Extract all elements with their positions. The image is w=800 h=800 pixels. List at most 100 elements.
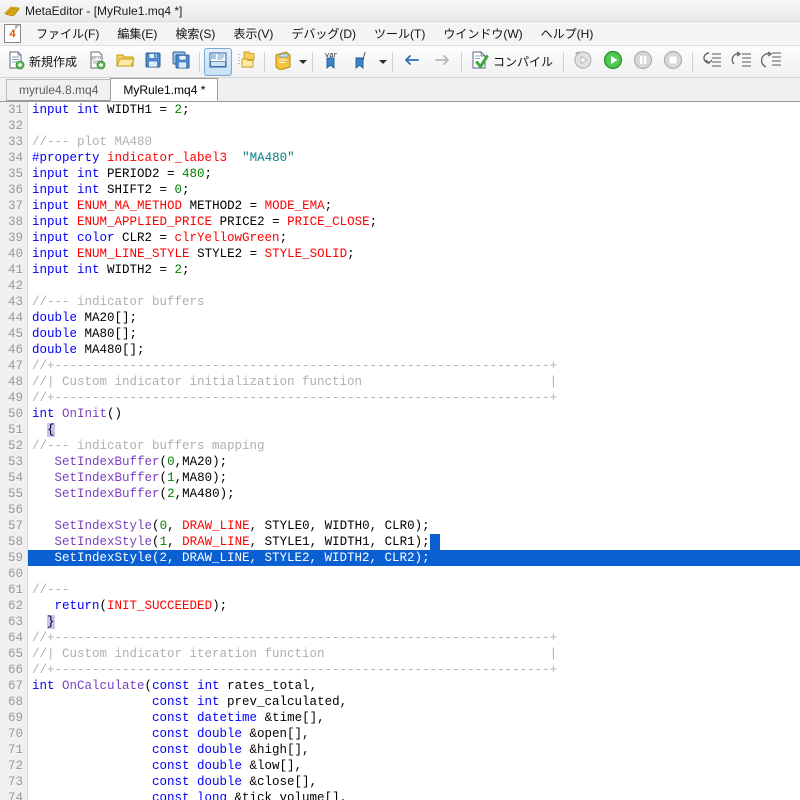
tab-myrule1[interactable]: MyRule1.mq4 * bbox=[110, 78, 219, 101]
code-line[interactable]: 53 SetIndexBuffer(0,MA20); bbox=[0, 454, 800, 470]
code-line-text[interactable]: input int SHIFT2 = 0; bbox=[28, 182, 800, 198]
pause-button[interactable] bbox=[628, 48, 658, 76]
code-line-text[interactable]: //--- bbox=[28, 582, 800, 598]
code-line-text[interactable]: input int PERIOD2 = 480; bbox=[28, 166, 800, 182]
code-line-text[interactable] bbox=[28, 278, 800, 294]
code-line[interactable]: 67 int OnCalculate(const int rates_total, bbox=[0, 678, 800, 694]
code-line-text[interactable]: const double &high[], bbox=[28, 742, 800, 758]
code-line[interactable]: 57 SetIndexStyle(0, DRAW_LINE, STYLE0, W… bbox=[0, 518, 800, 534]
code-line-text[interactable] bbox=[28, 566, 800, 582]
code-line[interactable]: 66 //+-----------------------------------… bbox=[0, 662, 800, 678]
code-line-text[interactable] bbox=[28, 502, 800, 518]
watch-dropdown-caret[interactable] bbox=[377, 46, 388, 77]
code-line-text[interactable]: //--- plot MA480 bbox=[28, 134, 800, 150]
compile-button[interactable]: コンパイル bbox=[466, 48, 559, 76]
code-line[interactable]: 44 double MA20[]; bbox=[0, 310, 800, 326]
code-line-text[interactable]: //| Custom indicator initialization func… bbox=[28, 374, 800, 390]
code-line[interactable]: 61 //--- bbox=[0, 582, 800, 598]
menu-view[interactable]: 表示(V) bbox=[224, 22, 282, 45]
code-line[interactable]: 74 const long &tick_volume[], bbox=[0, 790, 800, 800]
forward-button[interactable] bbox=[427, 48, 457, 76]
watch-function-button[interactable]: f bbox=[347, 48, 377, 76]
code-line[interactable]: 33 //--- plot MA480 bbox=[0, 134, 800, 150]
code-line[interactable]: 40 input ENUM_LINE_STYLE STYLE2 = STYLE_S… bbox=[0, 246, 800, 262]
step-over-button[interactable] bbox=[727, 48, 757, 76]
code-line-text[interactable]: const int prev_calculated, bbox=[28, 694, 800, 710]
code-line[interactable]: 41 input int WIDTH2 = 2; bbox=[0, 262, 800, 278]
code-line-text[interactable]: SetIndexBuffer(1,MA80); bbox=[28, 470, 800, 486]
menu-window[interactable]: ウインドウ(W) bbox=[434, 22, 531, 45]
code-line[interactable]: 58 SetIndexStyle(1, DRAW_LINE, STYLE1, W… bbox=[0, 534, 800, 550]
code-line-text[interactable]: //--- indicator buffers bbox=[28, 294, 800, 310]
code-line[interactable]: 70 const double &open[], bbox=[0, 726, 800, 742]
code-line-text[interactable]: //+-------------------------------------… bbox=[28, 630, 800, 646]
menu-file[interactable]: ファイル(F) bbox=[27, 22, 108, 45]
code-line-text[interactable]: input ENUM_MA_METHOD METHOD2 = MODE_EMA; bbox=[28, 198, 800, 214]
save-button[interactable] bbox=[139, 48, 167, 76]
code-line-text[interactable]: const double &low[], bbox=[28, 758, 800, 774]
code-line[interactable]: 34 #property indicator_label3 "MA480" bbox=[0, 150, 800, 166]
code-line[interactable]: 51 { bbox=[0, 422, 800, 438]
code-line[interactable]: 35 input int PERIOD2 = 480; bbox=[0, 166, 800, 182]
code-line[interactable]: 59 SetIndexStyle(2, DRAW_LINE, STYLE2, W… bbox=[0, 550, 800, 566]
code-line-text[interactable]: int OnInit() bbox=[28, 406, 800, 422]
toolbox-button[interactable] bbox=[232, 48, 260, 76]
code-line[interactable]: 64 //+-----------------------------------… bbox=[0, 630, 800, 646]
code-line-text[interactable]: double MA480[]; bbox=[28, 342, 800, 358]
code-line-text[interactable]: const double &close[], bbox=[28, 774, 800, 790]
code-line[interactable]: 63 } bbox=[0, 614, 800, 630]
code-line-text[interactable]: input ENUM_APPLIED_PRICE PRICE2 = PRICE_… bbox=[28, 214, 800, 230]
code-line-text[interactable]: double MA20[]; bbox=[28, 310, 800, 326]
code-line[interactable]: 69 const datetime &time[], bbox=[0, 710, 800, 726]
menu-tools[interactable]: ツール(T) bbox=[365, 22, 434, 45]
code-line-text[interactable]: SetIndexBuffer(2,MA480); bbox=[28, 486, 800, 502]
code-line[interactable]: 37 input ENUM_MA_METHOD METHOD2 = MODE_EM… bbox=[0, 198, 800, 214]
code-line-text[interactable]: //+-------------------------------------… bbox=[28, 662, 800, 678]
code-line[interactable]: 72 const double &low[], bbox=[0, 758, 800, 774]
code-line[interactable]: 49 //+-----------------------------------… bbox=[0, 390, 800, 406]
code-line-text[interactable]: input ENUM_LINE_STYLE STYLE2 = STYLE_SOL… bbox=[28, 246, 800, 262]
code-line[interactable]: 68 const int prev_calculated, bbox=[0, 694, 800, 710]
code-line[interactable]: 32 bbox=[0, 118, 800, 134]
code-line-text[interactable]: const datetime &time[], bbox=[28, 710, 800, 726]
code-line[interactable]: 60 bbox=[0, 566, 800, 582]
code-editor[interactable]: 31 input int WIDTH1 = 2; 32 33//--- plot MA… bbox=[0, 102, 800, 800]
step-out-button[interactable] bbox=[757, 48, 787, 76]
code-line[interactable]: 62 return(INIT_SUCCEEDED); bbox=[0, 598, 800, 614]
code-line[interactable]: 56 bbox=[0, 502, 800, 518]
code-line-text[interactable]: SetIndexStyle(0, DRAW_LINE, STYLE0, WIDT… bbox=[28, 518, 800, 534]
code-line-text[interactable]: //+-------------------------------------… bbox=[28, 358, 800, 374]
code-line[interactable]: 48 //| Custom indicator initialization fu… bbox=[0, 374, 800, 390]
notes-dropdown-caret[interactable] bbox=[297, 46, 308, 77]
code-line-text[interactable]: //| Custom indicator iteration function … bbox=[28, 646, 800, 662]
code-line-text[interactable]: //--- indicator buffers mapping bbox=[28, 438, 800, 454]
code-line-text[interactable]: SetIndexStyle(2, DRAW_LINE, STYLE2, WIDT… bbox=[28, 550, 800, 566]
step-into-button[interactable] bbox=[697, 48, 727, 76]
code-line-text[interactable]: #property indicator_label3 "MA480" bbox=[28, 150, 800, 166]
navigator-toggle-button[interactable] bbox=[204, 47, 233, 76]
menu-edit[interactable]: 編集(E) bbox=[108, 22, 166, 45]
code-line-text[interactable]: const long &tick_volume[], bbox=[28, 790, 800, 800]
code-line[interactable]: 52 //--- indicator buffers mapping bbox=[0, 438, 800, 454]
code-line-text[interactable]: return(INIT_SUCCEEDED); bbox=[28, 598, 800, 614]
code-line[interactable]: 38 input ENUM_APPLIED_PRICE PRICE2 = PRIC… bbox=[0, 214, 800, 230]
quick-debug-button[interactable] bbox=[568, 48, 598, 76]
code-line-text[interactable]: int OnCalculate(const int rates_total, bbox=[28, 678, 800, 694]
code-line[interactable]: 31 input int WIDTH1 = 2; bbox=[0, 102, 800, 118]
start-button[interactable] bbox=[598, 48, 628, 76]
code-line[interactable]: 42 bbox=[0, 278, 800, 294]
code-line[interactable]: 46 double MA480[]; bbox=[0, 342, 800, 358]
new-file-button[interactable]: 新規作成 bbox=[2, 48, 83, 76]
notes-button[interactable] bbox=[269, 48, 297, 76]
code-line[interactable]: 47 //+-----------------------------------… bbox=[0, 358, 800, 374]
new-project-button[interactable]: pro bbox=[83, 48, 111, 76]
code-line[interactable]: 54 SetIndexBuffer(1,MA80); bbox=[0, 470, 800, 486]
code-line[interactable]: 73 const double &close[], bbox=[0, 774, 800, 790]
menu-help[interactable]: ヘルプ(H) bbox=[532, 22, 603, 45]
open-button[interactable] bbox=[111, 48, 139, 76]
code-line[interactable]: 45 double MA80[]; bbox=[0, 326, 800, 342]
code-line[interactable]: 65 //| Custom indicator iteration functio… bbox=[0, 646, 800, 662]
code-line-text[interactable] bbox=[28, 118, 800, 134]
code-line[interactable]: 39 input color CLR2 = clrYellowGreen; bbox=[0, 230, 800, 246]
code-line[interactable]: 55 SetIndexBuffer(2,MA480); bbox=[0, 486, 800, 502]
